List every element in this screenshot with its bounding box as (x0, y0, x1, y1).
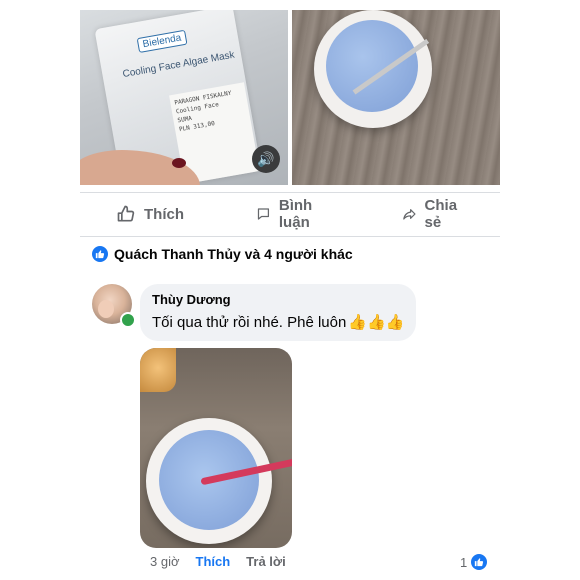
comment-text-row: Tối qua thử rồi nhé. Phê luôn 👍👍👍 (152, 313, 405, 332)
reactions-summary[interactable]: Quách Thanh Thủy và 4 người khác (92, 246, 353, 262)
comment-button[interactable]: Bình luận (220, 197, 366, 231)
thumbs-up-icon (117, 205, 135, 222)
comment-bubble: Thùy Dương Tối qua thử rồi nhé. Phê luôn… (140, 284, 417, 341)
share-label: Chia sẻ (424, 197, 458, 231)
comment-icon (257, 208, 270, 220)
thumbs-up-emoji: 👍👍👍 (348, 314, 405, 331)
reaction-count: 1 (460, 554, 468, 570)
comment-photo[interactable] (140, 348, 292, 548)
bowl (314, 10, 432, 128)
share-button[interactable]: Chia sẻ (366, 197, 500, 231)
like-reaction-icon (471, 554, 488, 570)
fingernail (172, 158, 186, 168)
jar (140, 348, 176, 392)
speaker-icon: 🔊 (257, 150, 275, 167)
divider-top (80, 192, 500, 193)
online-status-dot (120, 312, 136, 328)
post-actions-bar: Thích Bình luận Chia sẻ (80, 197, 500, 231)
comment-time[interactable]: 3 giờ (150, 554, 180, 569)
comment-label: Bình luận (278, 197, 313, 231)
comment-meta: 3 giờ Thích Trả lời (150, 554, 286, 569)
blue-gel (326, 20, 418, 112)
avatar-child-face (98, 300, 114, 318)
post-photo-product-bag[interactable]: Bielenda Cooling Face Algae Mask PARAGON… (80, 10, 288, 185)
comment-reaction-count[interactable]: 1 (460, 554, 488, 570)
comment-text: Tối qua thử rồi nhé. Phê luôn (152, 313, 347, 331)
divider-bottom (80, 236, 500, 237)
like-label: Thích (144, 205, 184, 223)
like-reaction-icon (92, 246, 108, 262)
post-photos[interactable]: Bielenda Cooling Face Algae Mask PARAGON… (80, 10, 500, 185)
comment-author[interactable]: Thùy Dương (152, 292, 404, 307)
comment-like-button[interactable]: Thích (196, 554, 231, 569)
like-button[interactable]: Thích (80, 204, 220, 224)
brand-label: Bielenda (136, 29, 188, 54)
sound-toggle-button[interactable]: 🔊 (252, 145, 280, 173)
share-icon (402, 209, 416, 220)
post-photo-bowl[interactable] (292, 10, 500, 185)
comment-reply-button[interactable]: Trả lời (246, 554, 286, 569)
product-label: Cooling Face Algae Mask (121, 49, 236, 81)
reactions-text: Quách Thanh Thủy và 4 người khác (114, 246, 353, 262)
